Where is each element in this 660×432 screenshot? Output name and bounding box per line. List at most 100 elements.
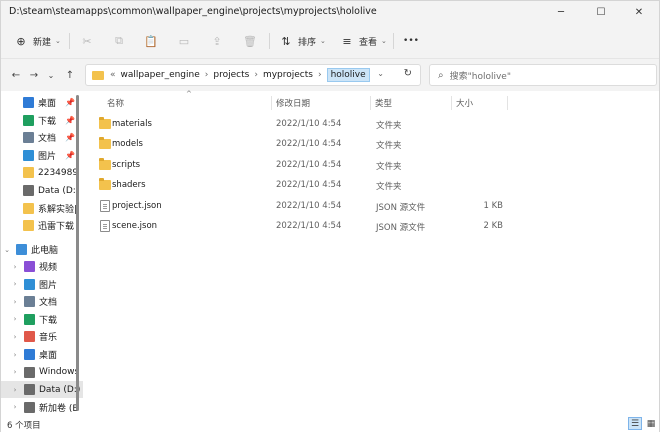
chevron-right-icon[interactable]: › (11, 280, 19, 288)
sidebar-item[interactable]: 迅雷下载 (1, 217, 83, 234)
share-button[interactable]: ⇪ (209, 31, 225, 51)
column-divider[interactable] (370, 96, 371, 110)
chevron-right-icon[interactable]: › (11, 403, 19, 411)
chevron-right-icon[interactable]: › (11, 368, 19, 376)
new-button[interactable]: ⊕ 新建 ⌄ (13, 31, 61, 51)
chevron-right-icon[interactable]: › (318, 70, 322, 80)
sidebar-item-icon (24, 349, 35, 360)
chevron-down-icon[interactable]: ⌄ (3, 246, 11, 254)
close-button[interactable]: ✕ (619, 1, 659, 23)
minimize-button[interactable]: ─ (541, 1, 581, 23)
sidebar-item-label: 迅雷下载 (38, 222, 75, 233)
column-header-name[interactable]: 名称 (107, 97, 124, 109)
details-view-icon[interactable]: ☰ (628, 417, 642, 430)
sidebar-item-this-pc[interactable]: ⌄ 此电脑 (1, 241, 83, 258)
table-row[interactable]: scene.json 2022/1/10 4:54 JSON 源文件 2 KB (93, 216, 645, 236)
copy-button[interactable]: ⧉ (111, 31, 127, 51)
sidebar-item-label: 文档 (39, 298, 58, 309)
file-name: scene.json (112, 221, 158, 231)
sort-icon: ⇅ (281, 34, 291, 48)
sidebar-item[interactable]: › 音乐 (1, 328, 83, 345)
breadcrumb-projects[interactable]: projects (213, 70, 249, 80)
sidebar-item[interactable]: › 新加卷 (E (1, 399, 83, 416)
sidebar-item-label: 文档 (38, 134, 57, 145)
sidebar-item[interactable]: 系解实验| (1, 200, 83, 217)
sidebar-item[interactable]: › 文档 (1, 293, 83, 310)
table-row[interactable]: scripts 2022/1/10 4:54 文件夹 (93, 155, 645, 175)
pin-icon[interactable]: 📌 (65, 133, 75, 142)
breadcrumb-wallpaper-engine[interactable]: wallpaper_engine (121, 70, 200, 80)
sidebar-item-icon (23, 132, 34, 144)
chevron-right-icon[interactable]: › (11, 351, 19, 359)
column-header-size[interactable]: 大小 (456, 97, 473, 109)
sidebar-item-icon (24, 384, 35, 396)
sidebar-item[interactable]: › 图片 (1, 276, 83, 293)
view-button[interactable]: ≡ 查看 ⌄ (339, 31, 387, 51)
sidebar-scrollbar[interactable] (76, 95, 79, 411)
delete-button[interactable]: 🗑 (242, 31, 258, 51)
back-button[interactable]: ← (7, 67, 25, 83)
refresh-icon[interactable]: ↻ (404, 68, 412, 79)
cut-button[interactable]: ✂ (79, 31, 95, 51)
table-row[interactable]: shaders 2022/1/10 4:54 文件夹 (93, 175, 645, 195)
status-bar: 6 个项目 ☰ ▦ (1, 416, 659, 432)
column-divider[interactable] (451, 96, 452, 110)
sidebar-item[interactable]: › 下载 (1, 311, 83, 328)
chevron-right-icon[interactable]: › (254, 70, 258, 80)
sidebar-item[interactable]: › 视频 (1, 258, 83, 275)
sidebar-item[interactable]: › Windows (1, 364, 83, 381)
sidebar-item[interactable]: › Data (D:) (1, 381, 83, 399)
address-bar[interactable]: « wallpaper_engine › projects › myprojec… (85, 64, 421, 86)
sidebar-item[interactable]: 下载 📌 (1, 112, 83, 129)
command-bar: ⊕ 新建 ⌄ ✂ ⧉ 📋 ▭ ⇪ 🗑 ⇅ 排序 ⌄ ≡ 查看 ⌄ ••• (1, 23, 659, 59)
sidebar-item[interactable]: 2234989 (1, 164, 83, 181)
file-size: 1 KB (483, 200, 503, 211)
sidebar-item-label: 新加卷 (E (39, 403, 79, 414)
sidebar-item[interactable]: › 桌面 (1, 346, 83, 363)
folder-icon (99, 117, 111, 129)
search-box[interactable]: ⌕ 搜索"hololive" (429, 64, 657, 86)
pin-icon[interactable]: 📌 (65, 151, 75, 160)
pin-icon[interactable]: 📌 (65, 98, 75, 107)
sidebar-item[interactable]: Data (D: (1, 182, 83, 199)
column-divider[interactable] (507, 96, 508, 110)
see-more-button[interactable]: ••• (402, 31, 420, 51)
column-header-date[interactable]: 修改日期 (276, 97, 310, 109)
breadcrumb-hololive[interactable]: hololive (326, 68, 370, 82)
paste-button[interactable]: 📋 (143, 31, 159, 51)
breadcrumb-overflow[interactable]: « (110, 70, 116, 80)
recent-locations-button[interactable]: ⌄ (42, 67, 60, 83)
view-label: 查看 (359, 37, 378, 48)
forward-button[interactable]: → (25, 67, 43, 83)
table-row[interactable]: materials 2022/1/10 4:54 文件夹 (93, 114, 645, 134)
chevron-right-icon[interactable]: › (11, 386, 19, 394)
sidebar-item[interactable]: 文档 📌 (1, 129, 83, 146)
table-row[interactable]: models 2022/1/10 4:54 文件夹 (93, 134, 645, 154)
up-button[interactable]: ↑ (61, 67, 79, 83)
sidebar-item-icon (24, 313, 35, 325)
column-divider[interactable] (271, 96, 272, 110)
chevron-right-icon[interactable]: › (11, 298, 19, 306)
folder-icon (99, 157, 111, 170)
rename-button[interactable]: ▭ (176, 31, 192, 51)
maximize-button[interactable]: ☐ (581, 1, 621, 23)
file-date: 2022/1/10 4:54 (276, 180, 342, 191)
table-row[interactable]: project.json 2022/1/10 4:54 JSON 源文件 1 K… (93, 196, 645, 216)
sidebar-item[interactable]: 图片 📌 (1, 147, 83, 164)
chevron-right-icon[interactable]: › (11, 263, 19, 271)
sort-button[interactable]: ⇅ 排序 ⌄ (278, 31, 326, 51)
folder-icon (99, 178, 111, 191)
file-name: project.json (112, 200, 162, 211)
pin-icon[interactable]: 📌 (65, 116, 75, 125)
chevron-right-icon[interactable]: › (205, 70, 209, 80)
column-header-type[interactable]: 类型 (375, 97, 392, 109)
toolbar-divider (69, 33, 70, 49)
breadcrumb-myprojects[interactable]: myprojects (263, 70, 313, 80)
chevron-right-icon[interactable]: › (11, 315, 19, 323)
folder-icon (99, 137, 111, 150)
sidebar-item[interactable]: 桌面 📌 (1, 94, 83, 111)
chevron-right-icon[interactable]: › (11, 333, 19, 341)
address-dropdown-icon[interactable]: ⌄ (377, 69, 384, 78)
copy-icon: ⧉ (115, 34, 123, 47)
tiles-view-icon[interactable]: ▦ (644, 417, 658, 430)
